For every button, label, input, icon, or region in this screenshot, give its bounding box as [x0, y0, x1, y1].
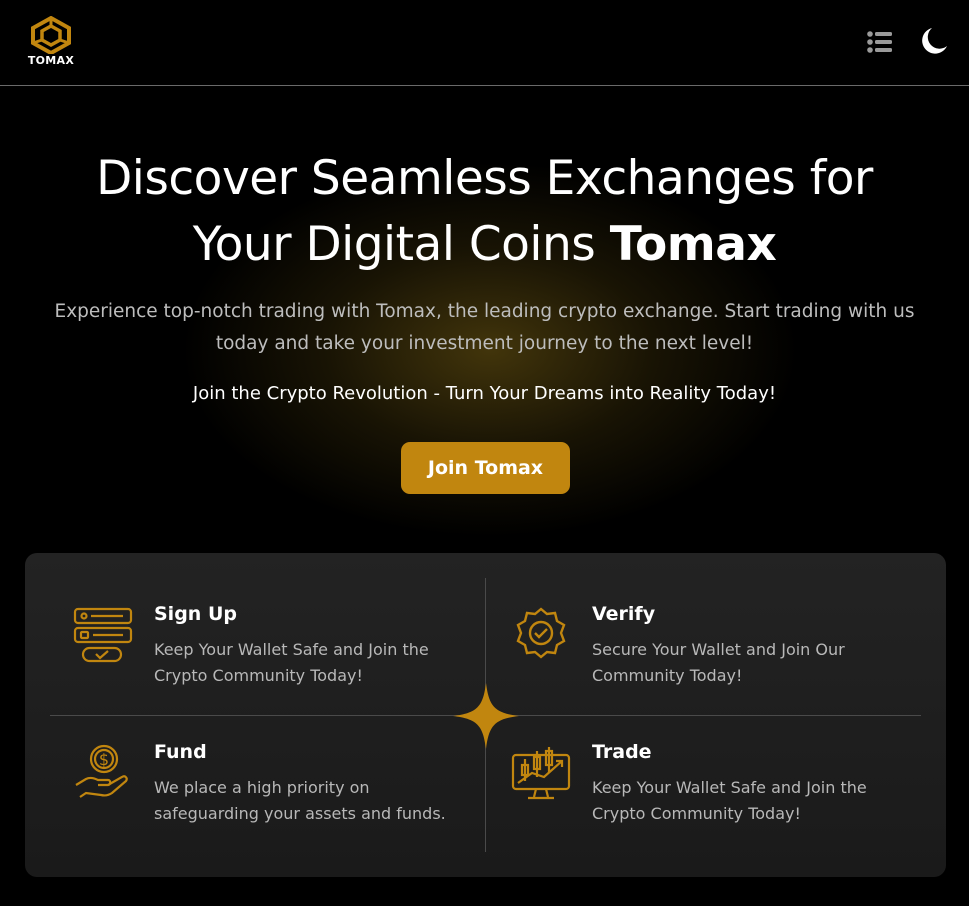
- hero-title-line2: Your Digital Coins: [192, 217, 610, 272]
- join-tomax-button[interactable]: Join Tomax: [401, 442, 570, 494]
- hero-title-brand: Tomax: [609, 217, 777, 272]
- menu-button[interactable]: [864, 28, 896, 56]
- feature-title: Sign Up: [154, 603, 237, 625]
- signup-form-icon: [73, 607, 133, 663]
- feature-title: Verify: [592, 603, 656, 625]
- hero-title-line1: Discover Seamless Exchanges for: [96, 151, 873, 206]
- feature-description: We place a high priority on safeguarding …: [154, 778, 446, 823]
- hero-tagline: Join the Crypto Revolution - Turn Your D…: [192, 383, 777, 404]
- hand-coin-icon: $: [75, 744, 128, 798]
- feature-title: Fund: [154, 741, 207, 763]
- list-icon: [867, 31, 892, 53]
- tomax-logo-icon: [31, 16, 71, 54]
- verified-badge-icon: [516, 607, 566, 659]
- feature-description: Secure Your Wallet and Join Our Community…: [592, 640, 845, 685]
- features-panel: Sign Up Keep Your Wallet Safe and Join t…: [25, 553, 946, 877]
- svg-text:$: $: [99, 750, 109, 769]
- logo[interactable]: TOMAX: [26, 16, 76, 70]
- moon-icon: [922, 28, 947, 54]
- trading-chart-icon: [511, 747, 571, 800]
- hero-subtitle-line2: today and take your investment journey t…: [215, 333, 754, 354]
- hero-subtitle: Experience top-notch trading with Tomax,…: [40, 296, 929, 360]
- logo-text: TOMAX: [27, 54, 75, 67]
- theme-toggle-button[interactable]: [918, 24, 950, 58]
- sparkle-star-icon: [453, 683, 519, 749]
- feature-description: Keep Your Wallet Safe and Join the Crypto…: [154, 640, 429, 685]
- hero-title: Discover Seamless Exchanges for Your Dig…: [20, 146, 949, 278]
- site-header: TOMAX: [0, 0, 969, 86]
- feature-description: Keep Your Wallet Safe and Join the Crypto…: [592, 778, 867, 823]
- feature-title: Trade: [592, 741, 652, 763]
- hero-subtitle-line1: Experience top-notch trading with Tomax,…: [54, 301, 915, 322]
